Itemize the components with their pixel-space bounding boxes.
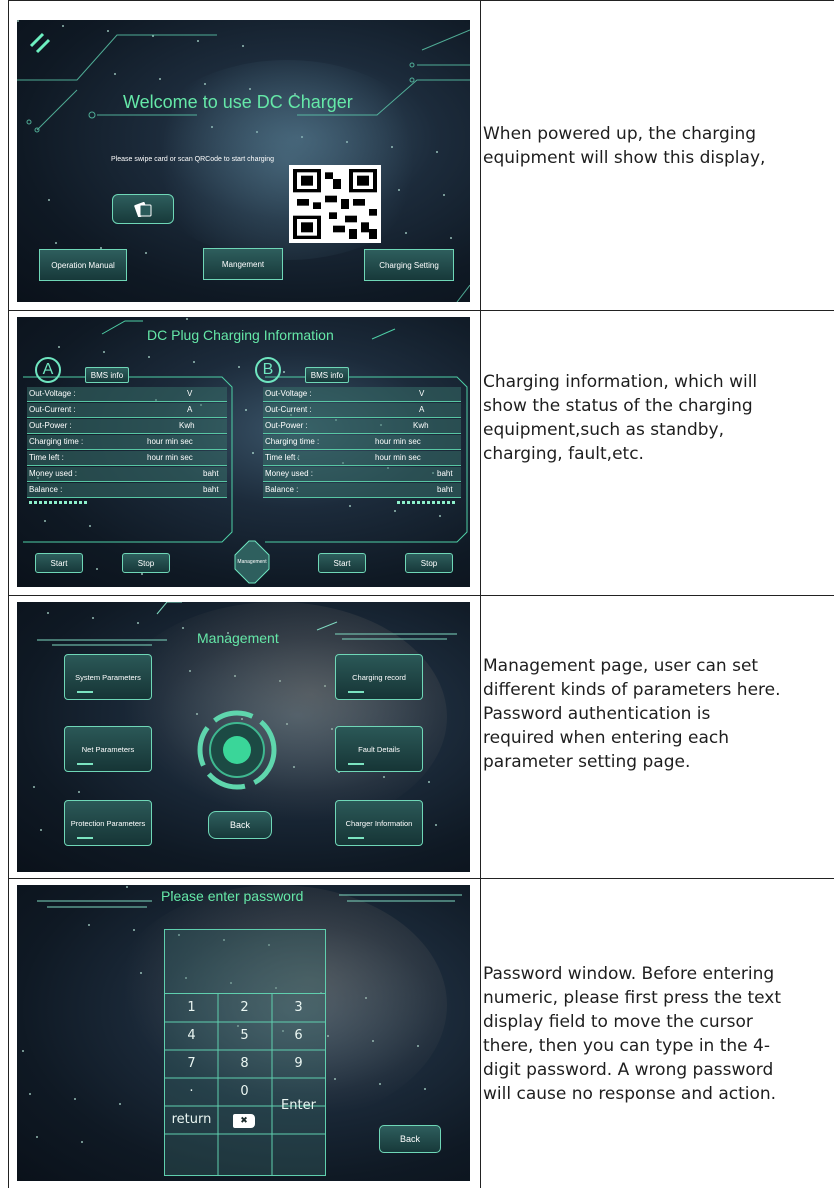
key-0[interactable]: 0 — [218, 1084, 271, 1099]
start-a-button[interactable]: Start — [35, 553, 83, 573]
table-row: Charging time : hour min sec — [27, 435, 227, 450]
row-divider — [8, 878, 834, 879]
plug-b-icon: B — [255, 357, 281, 383]
table-row: Out-Current :A — [263, 403, 461, 418]
swipe-prompt: Please swipe card or scan QRCode to star… — [111, 156, 275, 163]
net-parameters-button[interactable]: Net Parameters — [64, 726, 152, 772]
row-description: Password window. Before entering numeric… — [483, 964, 782, 1104]
key-5[interactable]: 5 — [218, 1028, 271, 1043]
key-return[interactable]: return — [165, 1112, 218, 1127]
charging-info-screenshot: DC Plug Charging Information A BMS info … — [17, 317, 470, 587]
page-title: DC Plug Charging Information — [147, 327, 334, 343]
row-description: Management page, user can set different … — [483, 656, 781, 772]
charging-setting-button[interactable]: Charging Setting — [364, 249, 454, 281]
back-button[interactable]: Back — [208, 811, 272, 839]
table-row: Out-Power : Kwh — [27, 419, 227, 434]
table-row: Charging time : hour min sec — [263, 435, 461, 450]
table-row: Out-Voltage :V — [27, 387, 227, 402]
key-9[interactable]: 9 — [272, 1056, 325, 1071]
table-row: Out-Voltage :V — [263, 387, 461, 402]
page-title: Please enter password — [161, 888, 304, 904]
plug-a-icon: A — [35, 357, 61, 383]
table-divider — [480, 0, 481, 1188]
table-row: Money used : baht — [27, 467, 227, 482]
table-row: Balance : baht — [263, 483, 461, 498]
welcome-screenshot: Welcome to use DC Charger Please swipe c… — [17, 20, 470, 302]
row-divider — [8, 595, 834, 596]
card-icon — [134, 201, 152, 217]
management-button[interactable]: Management — [235, 559, 269, 565]
key-2[interactable]: 2 — [218, 1000, 271, 1015]
bms-info-b-button[interactable]: BMS info — [305, 367, 349, 383]
page-title: Management — [197, 630, 279, 646]
key-enter[interactable]: Enter — [272, 1098, 325, 1113]
protection-parameters-button[interactable]: Protection Parameters — [64, 800, 152, 846]
system-parameters-button[interactable]: System Parameters — [64, 654, 152, 700]
table-border-left — [8, 0, 9, 1188]
row-description: When powered up, the charging equipment … — [483, 124, 766, 168]
key-1[interactable]: 1 — [165, 1000, 218, 1015]
page-title: Welcome to use DC Charger — [123, 92, 353, 112]
key-8[interactable]: 8 — [218, 1056, 271, 1071]
qr-code-icon — [289, 165, 381, 243]
swipe-card-button[interactable] — [112, 194, 174, 224]
operation-manual-button[interactable]: Operation Manual — [39, 249, 127, 281]
progress-indicator-b — [397, 501, 457, 504]
backspace-icon[interactable]: ✖ — [233, 1114, 255, 1128]
table-row: Time left : hour min sec — [27, 451, 227, 466]
progress-indicator-a — [29, 501, 89, 504]
back-button[interactable]: Back — [379, 1125, 441, 1153]
fault-details-button[interactable]: Fault Details — [335, 726, 423, 772]
bms-info-a-button[interactable]: BMS info — [85, 367, 129, 383]
management-screenshot: Management System Parameters Net Paramet… — [17, 602, 470, 872]
table-row: Out-Power : Kwh — [263, 419, 461, 434]
key-4[interactable]: 4 — [165, 1028, 218, 1043]
table-row: Out-Current :A — [27, 403, 227, 418]
key-dot[interactable]: · — [165, 1084, 218, 1099]
table-border-top — [8, 0, 834, 1]
password-screenshot: Please enter password 1 2 3 4 5 6 7 8 9 … — [17, 885, 470, 1181]
row-divider — [8, 310, 834, 311]
table-row: Balance : baht — [27, 483, 227, 498]
management-button[interactable]: Mangement — [203, 248, 283, 280]
table-row: Time left : hour min sec — [263, 451, 461, 466]
password-keypad: 1 2 3 4 5 6 7 8 9 · 0 Enter return ✖ — [164, 929, 326, 1176]
row-description: Charging information, which will show th… — [483, 372, 758, 464]
password-field[interactable] — [165, 930, 325, 994]
start-b-button[interactable]: Start — [318, 553, 366, 573]
table-row: Money used : baht — [263, 467, 461, 482]
key-6[interactable]: 6 — [272, 1028, 325, 1043]
key-3[interactable]: 3 — [272, 1000, 325, 1015]
charging-record-button[interactable]: Charging record — [335, 654, 423, 700]
stop-b-button[interactable]: Stop — [405, 553, 453, 573]
key-7[interactable]: 7 — [165, 1056, 218, 1071]
charger-information-button[interactable]: Charger Information — [335, 800, 423, 846]
stop-a-button[interactable]: Stop — [122, 553, 170, 573]
